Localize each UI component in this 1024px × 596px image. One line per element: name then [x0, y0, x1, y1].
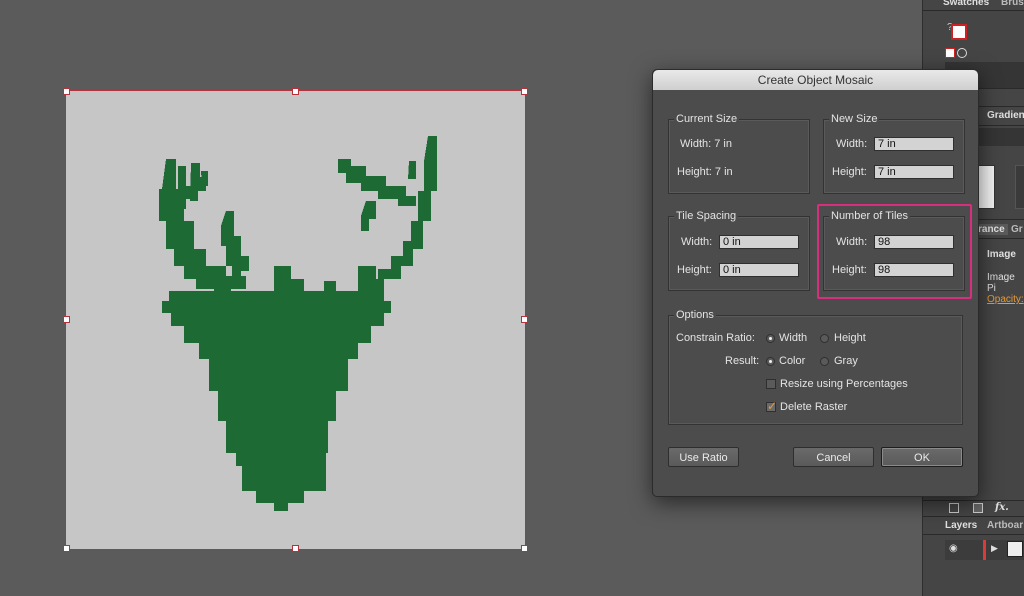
selection-handle-bottom-center[interactable] — [292, 545, 299, 552]
spacing-width-label: Width: — [681, 236, 713, 248]
gradient-stop-icon[interactable] — [977, 165, 995, 209]
swatches-tab[interactable]: Swatches — [943, 0, 989, 8]
selection-handle-top-right[interactable] — [521, 88, 528, 95]
number-of-tiles-group: Number of Tiles Width: Height: — [823, 210, 965, 291]
ok-button[interactable]: OK — [881, 447, 963, 467]
spacing-width-input[interactable] — [719, 235, 799, 249]
constrain-height-radio[interactable] — [820, 334, 829, 343]
result-color-radio[interactable] — [766, 357, 775, 366]
result-gray-label[interactable]: Gray — [834, 355, 858, 367]
options-title: Options — [674, 309, 716, 321]
dialog-title: Create Object Mosaic — [653, 70, 978, 90]
registration-swatch-icon[interactable] — [957, 48, 967, 58]
selection-handle-top-left[interactable] — [63, 88, 70, 95]
eye-icon[interactable]: ◉ — [949, 543, 958, 554]
image-label: Image — [987, 249, 1016, 260]
delete-raster-label[interactable]: Delete Raster — [780, 401, 847, 413]
artboards-tab[interactable]: Artboar — [987, 520, 1023, 531]
current-width-text: Width: 7 in — [680, 138, 732, 150]
selection-handle-bottom-left[interactable] — [63, 545, 70, 552]
none-swatch-icon[interactable] — [945, 48, 955, 58]
selection-handle-bottom-right[interactable] — [521, 545, 528, 552]
resize-percentages-checkbox[interactable] — [766, 379, 776, 389]
new-item-icon[interactable] — [949, 503, 959, 513]
current-size-title: Current Size — [674, 113, 740, 125]
new-width-label: Width: — [836, 138, 868, 150]
graphic-styles-tab[interactable]: Gr — [1011, 224, 1023, 235]
fill-stroke-icon[interactable] — [951, 24, 967, 40]
tiles-width-label: Width: — [836, 236, 868, 248]
tile-spacing-group: Tile Spacing Width: Height: — [668, 210, 810, 291]
gradient-tab[interactable]: Gradien — [987, 110, 1024, 121]
layer-thumbnail[interactable] — [1007, 541, 1023, 557]
new-width-input[interactable] — [874, 137, 954, 151]
create-object-mosaic-dialog: Create Object Mosaic Current Size Width:… — [652, 69, 979, 497]
layers-tab[interactable]: Layers — [945, 520, 977, 531]
image-pixels-label: Image Pi — [987, 272, 1015, 294]
tiles-width-input[interactable] — [874, 235, 954, 249]
cancel-button[interactable]: Cancel — [793, 447, 874, 467]
constrain-ratio-label: Constrain Ratio: — [676, 332, 755, 344]
delete-raster-checkbox[interactable] — [766, 399, 777, 413]
use-ratio-button[interactable]: Use Ratio — [668, 447, 739, 467]
selection-handle-middle-left[interactable] — [63, 316, 70, 323]
selection-handle-middle-right[interactable] — [521, 316, 528, 323]
new-size-title: New Size — [829, 113, 880, 125]
constrain-width-radio[interactable] — [766, 334, 775, 343]
options-group: Options Constrain Ratio: Width Height Re… — [668, 309, 963, 425]
layer-color-bar — [983, 540, 986, 560]
new-height-label: Height: — [832, 166, 867, 178]
spacing-height-input[interactable] — [719, 263, 799, 277]
new-height-input[interactable] — [874, 165, 954, 179]
gradient-preview — [1015, 165, 1024, 209]
spacing-height-label: Height: — [677, 264, 712, 276]
appearance-tab[interactable]: rance — [975, 224, 1008, 235]
constrain-width-label[interactable]: Width — [779, 332, 807, 344]
result-gray-radio[interactable] — [820, 357, 829, 366]
artboard[interactable] — [63, 88, 528, 552]
deer-mosaic-image[interactable] — [66, 91, 525, 549]
current-size-group: Current Size Width: 7 in Height: 7 in — [668, 113, 810, 194]
result-color-label[interactable]: Color — [779, 355, 805, 367]
tile-spacing-title: Tile Spacing — [674, 210, 739, 222]
brushes-tab[interactable]: Brush — [1001, 0, 1024, 8]
result-label: Result: — [725, 355, 760, 367]
constrain-height-label[interactable]: Height — [834, 332, 866, 344]
fx-icon[interactable]: fx. — [995, 502, 1009, 513]
tiles-height-label: Height: — [832, 264, 867, 276]
new-size-group: New Size Width: Height: — [823, 113, 965, 194]
selection-handle-top-center[interactable] — [292, 88, 299, 95]
number-of-tiles-title: Number of Tiles — [829, 210, 911, 222]
resize-percentages-label[interactable]: Resize using Percentages — [780, 378, 908, 390]
opacity-link[interactable]: Opacity: — [987, 294, 1024, 305]
tiles-height-input[interactable] — [874, 263, 954, 277]
current-height-text: Height: 7 in — [677, 166, 733, 178]
expand-arrow-icon[interactable]: ▶ — [991, 543, 998, 554]
duplicate-icon[interactable] — [973, 503, 983, 513]
